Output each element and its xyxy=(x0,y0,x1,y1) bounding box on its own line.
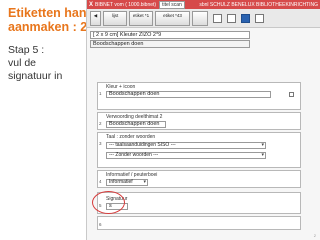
arrow-button[interactable]: ◀ xyxy=(90,10,101,26)
slide: { "slide": { "title_line1": "Etiketten h… xyxy=(0,0,320,240)
taal-select-2-value: --- Zonder woorden --- xyxy=(109,152,159,158)
field-label: Taal : zonder woorden xyxy=(106,134,156,140)
field-control-icon[interactable] xyxy=(289,92,294,97)
field-number: 2 xyxy=(99,121,102,126)
step-line-2: vul de xyxy=(8,57,37,69)
field-number: 1 xyxy=(99,91,102,96)
etiket-1-button[interactable]: etiket *1 xyxy=(129,10,153,26)
print-icon[interactable] xyxy=(255,13,264,23)
taal-select-2[interactable]: --- Zonder woorden --- ▾ xyxy=(106,152,266,159)
verwoording-input[interactable]: Boodschappen doen xyxy=(106,121,166,128)
field-number: 6 xyxy=(99,222,102,227)
title-row[interactable]: Boodschappen doen xyxy=(90,40,250,48)
field-kleur-icoon: 1 Kleur + icoon Boodschappen doen xyxy=(97,82,301,110)
page-number: 2 xyxy=(313,233,316,238)
close-icon[interactable]: X xyxy=(89,2,93,8)
field-number: 4 xyxy=(99,179,102,184)
lijst-button[interactable]: lijst xyxy=(103,10,127,26)
field-taal: 3 Taal : zonder woorden --- taalsaanduid… xyxy=(97,132,301,168)
info-icon[interactable] xyxy=(241,13,250,23)
extra-button[interactable] xyxy=(192,10,208,26)
toolbar: ◀ lijst etiket *1 etiket *43 xyxy=(87,9,320,28)
informatief-select-value: Informatief xyxy=(109,179,133,185)
chevron-down-icon: ▾ xyxy=(261,152,264,158)
field-label: Kleur + icoon xyxy=(106,84,136,90)
program-title: BIBNET vom ( 1000.bibnet) xyxy=(95,1,157,8)
step-line-3: signatuur in xyxy=(8,70,63,82)
app-title-bar: X BIBNET vom ( 1000.bibnet) titel scan s… xyxy=(87,0,320,9)
field-6: 6 xyxy=(97,216,301,230)
chevron-down-icon: ▾ xyxy=(261,142,264,148)
field-signatuur: 5 Signatuur s xyxy=(97,192,301,214)
taal-select-1-value: --- taalsaanduidingen SISO --- xyxy=(109,142,176,148)
step-instructions: Stap 5 : vul de signatuur in xyxy=(8,44,62,83)
informatief-select[interactable]: Informatief ▾ xyxy=(106,179,148,186)
titel-scan-button[interactable]: titel scan xyxy=(159,0,185,9)
taal-select-1[interactable]: --- taalsaanduidingen SISO --- ▾ xyxy=(106,142,266,149)
field-label: Verwoording deelthimat 2 xyxy=(106,114,163,120)
tag-icon[interactable] xyxy=(227,13,236,23)
field-verwoording: 2 Verwoording deelthimat 2 Boodschappen … xyxy=(97,112,301,130)
list-icon[interactable] xyxy=(213,13,222,23)
highlight-circle xyxy=(92,191,125,214)
field-informatief: 4 Informatief / peuterboei Informatief ▾ xyxy=(97,170,301,188)
step-line-1: Stap 5 : xyxy=(8,44,45,56)
brand-logo: sbnl SCHULZ BENELUX BIBLIOTHEEKINRICHTIN… xyxy=(199,1,318,8)
field-number: 3 xyxy=(99,141,102,146)
label-format-row[interactable]: [ 2 x 9 cm] Kleuter ZIZO 2*9 xyxy=(90,31,250,39)
chevron-down-icon: ▾ xyxy=(143,179,146,185)
etiket-43-button[interactable]: etiket *43 xyxy=(155,10,190,26)
kleur-icoon-input[interactable]: Boodschappen doen xyxy=(106,91,271,98)
field-label: Informatief / peuterboei xyxy=(106,172,158,178)
